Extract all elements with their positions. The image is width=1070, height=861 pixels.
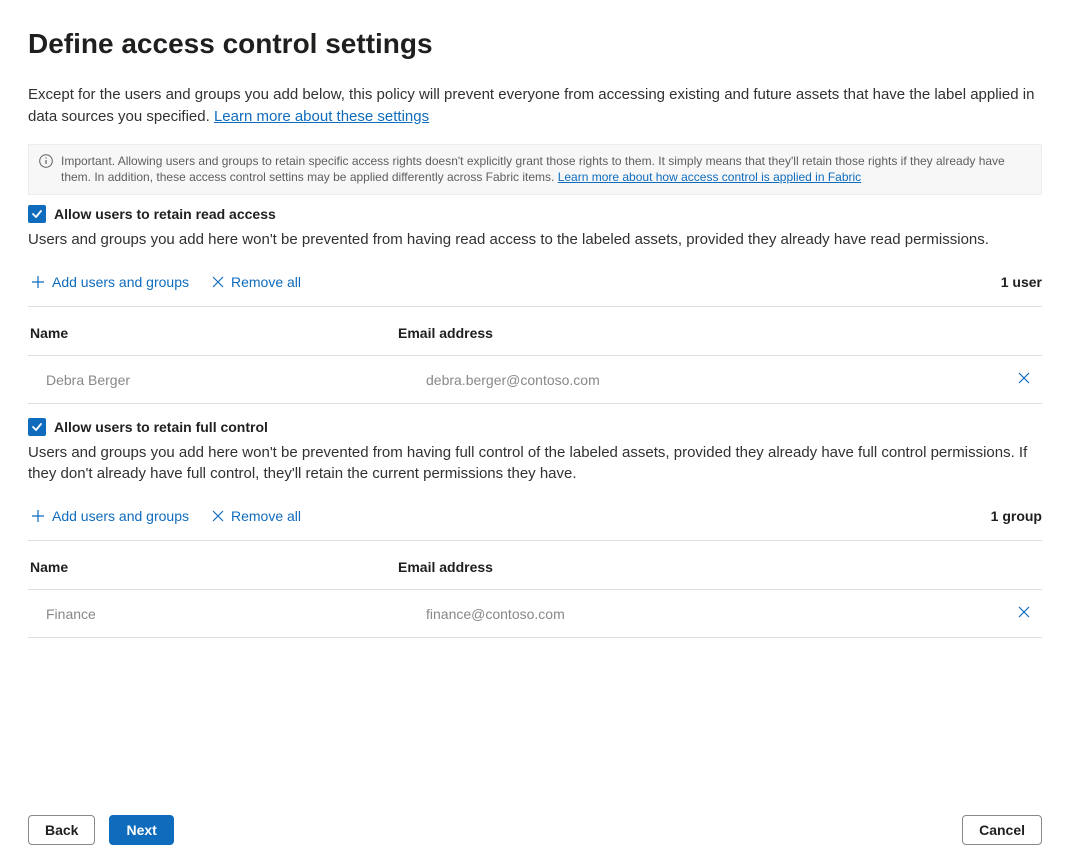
remove-all-button-full[interactable]: Remove all — [209, 504, 303, 528]
read-col-email: Email address — [398, 325, 1006, 341]
full-action-row: Add users and groups Remove all 1 group — [28, 504, 1042, 541]
row-name: Finance — [28, 606, 398, 622]
read-checkbox-row: Allow users to retain read access — [28, 205, 1042, 223]
row-email: debra.berger@contoso.com — [398, 372, 1006, 388]
read-access-checkbox[interactable] — [28, 205, 46, 223]
table-row: Debra Berger debra.berger@contoso.com — [28, 356, 1042, 404]
read-section-description: Users and groups you add here won't be p… — [28, 229, 1042, 250]
remove-all-button-read[interactable]: Remove all — [209, 270, 303, 294]
row-email: finance@contoso.com — [398, 606, 1006, 622]
intro-body: Except for the users and groups you add … — [28, 86, 1034, 125]
close-icon — [1016, 608, 1032, 623]
remove-all-label: Remove all — [231, 508, 301, 524]
row-name: Debra Berger — [28, 372, 398, 388]
full-section-description: Users and groups you add here won't be p… — [28, 442, 1042, 484]
cancel-button[interactable]: Cancel — [962, 815, 1042, 845]
intro-text: Except for the users and groups you add … — [28, 84, 1042, 128]
close-icon — [211, 275, 225, 289]
close-icon — [211, 509, 225, 523]
read-action-row: Add users and groups Remove all 1 user — [28, 270, 1042, 307]
remove-all-label: Remove all — [231, 274, 301, 290]
full-checkbox-row: Allow users to retain full control — [28, 418, 1042, 436]
learn-more-fabric-link[interactable]: Learn more about how access control is a… — [558, 170, 862, 184]
page-title: Define access control settings — [28, 28, 1042, 60]
read-count-text: 1 user — [1001, 274, 1042, 290]
info-banner-text: Important. Allowing users and groups to … — [61, 153, 1029, 187]
remove-row-button[interactable] — [1012, 368, 1036, 391]
info-icon — [39, 153, 53, 173]
read-checkbox-label: Allow users to retain read access — [54, 206, 276, 222]
close-icon — [1016, 374, 1032, 389]
add-users-label: Add users and groups — [52, 508, 189, 524]
next-button[interactable]: Next — [109, 815, 173, 845]
plus-icon — [30, 274, 46, 290]
full-col-name: Name — [28, 559, 398, 575]
full-control-checkbox[interactable] — [28, 418, 46, 436]
read-col-name: Name — [28, 325, 398, 341]
remove-row-button[interactable] — [1012, 602, 1036, 625]
learn-more-settings-link[interactable]: Learn more about these settings — [214, 108, 429, 125]
add-users-button-full[interactable]: Add users and groups — [28, 504, 191, 528]
back-button[interactable]: Back — [28, 815, 95, 845]
info-prefix: Important. — [61, 154, 118, 168]
info-body: Allowing users and groups to retain spec… — [61, 154, 1005, 185]
add-users-label: Add users and groups — [52, 274, 189, 290]
full-count-text: 1 group — [991, 508, 1042, 524]
plus-icon — [30, 508, 46, 524]
full-table-header: Name Email address — [28, 541, 1042, 590]
full-col-email: Email address — [398, 559, 1006, 575]
info-banner: Important. Allowing users and groups to … — [28, 144, 1042, 196]
read-table-header: Name Email address — [28, 307, 1042, 356]
footer: Back Next Cancel — [28, 815, 1042, 845]
add-users-button-read[interactable]: Add users and groups — [28, 270, 191, 294]
table-row: Finance finance@contoso.com — [28, 590, 1042, 638]
full-checkbox-label: Allow users to retain full control — [54, 419, 268, 435]
